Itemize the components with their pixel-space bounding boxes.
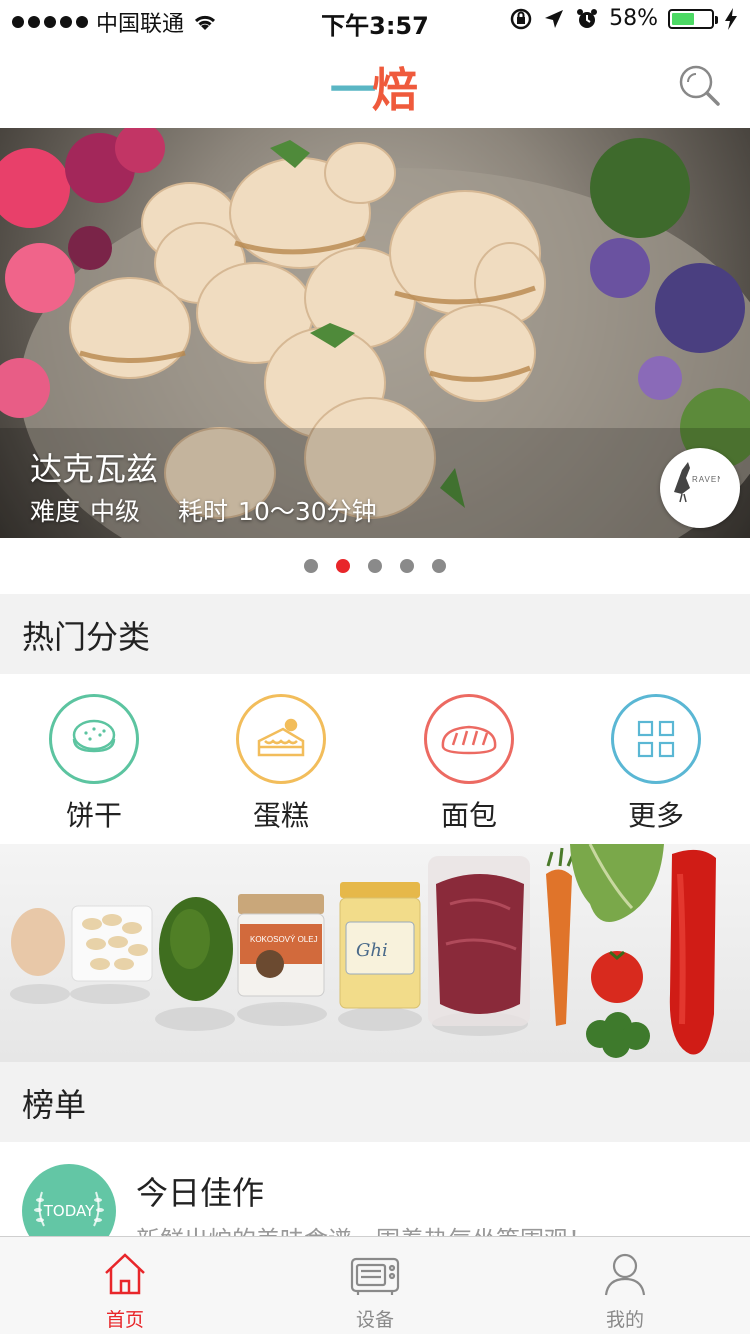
user-icon [604, 1253, 646, 1296]
pager-dot[interactable] [336, 559, 350, 573]
oven-icon [350, 1257, 400, 1295]
category-label: 饼干 [65, 799, 122, 832]
category-row: 饼干 蛋糕 面包 更多 [0, 674, 750, 844]
category-cookie[interactable]: 饼干 [39, 694, 149, 834]
list-item-title: 今日佳作 [136, 1174, 265, 1212]
list-item-subtitle: 新鲜出炉的美味食谱，围着热气坐等围观！ [136, 1220, 592, 1236]
pager-dot[interactable] [304, 559, 318, 573]
category-label: 面包 [440, 799, 497, 832]
tab-home[interactable]: 首页 [50, 1251, 200, 1332]
author-badge-text: RAVEN [692, 475, 720, 484]
alarm-icon [577, 8, 598, 28]
tab-bar: 首页 设备 我的 [0, 1236, 750, 1334]
difficulty-value: 中级 [90, 497, 141, 526]
location-arrow-icon [545, 9, 564, 28]
app-logo: 一焙 [330, 63, 418, 117]
ingredients-photo: KOKOSOVÝ OLEJ Ghi [10, 844, 716, 1058]
ranking-list-item[interactable]: TODAY 今日佳作 新鲜出炉的美味食谱，围着热气坐等围观！ [0, 1144, 750, 1236]
category-cake[interactable]: 蛋糕 [226, 694, 336, 834]
battery-fill [672, 12, 695, 25]
banner-title: 达克瓦兹 [30, 450, 159, 488]
time-label: 耗时 [178, 497, 229, 526]
cake-icon [236, 694, 326, 784]
pager-dot[interactable] [368, 559, 382, 573]
battery-icon [668, 8, 718, 29]
cookie-icon [49, 694, 139, 784]
grid-icon [611, 694, 701, 784]
difficulty-label: 难度 [30, 497, 81, 526]
tab-label: 我的 [605, 1309, 644, 1331]
today-badge-text: TODAY [43, 1202, 95, 1220]
categories-section-header: 热门分类 [0, 594, 750, 674]
charging-bolt-icon [725, 7, 737, 30]
category-more[interactable]: 更多 [601, 694, 711, 834]
category-bread[interactable]: 面包 [414, 694, 524, 834]
tab-devices[interactable]: 设备 [300, 1251, 450, 1332]
today-badge-icon: TODAY [22, 1164, 116, 1236]
author-badge[interactable]: RAVEN [660, 448, 740, 528]
raven-bird-icon: RAVEN [674, 462, 720, 503]
banner-pager[interactable] [0, 538, 750, 594]
promo-banner-image[interactable]: KOKOSOVÝ OLEJ Ghi [0, 844, 750, 1062]
status-bar: 中国联通 下午3:57 58% [0, 0, 750, 40]
bread-icon [424, 694, 514, 784]
jar1-label: KOKOSOVÝ OLEJ [250, 935, 318, 944]
orientation-lock-icon [510, 8, 532, 29]
featured-banner[interactable]: 达克瓦兹 难度 中级 耗时 10～30分钟 RAVEN [0, 128, 750, 538]
tab-mine[interactable]: 我的 [550, 1251, 700, 1332]
status-right: 58% [509, 6, 738, 31]
search-icon[interactable] [676, 62, 722, 108]
ranking-section-header: 榜单 [0, 1062, 750, 1142]
jar2-label: Ghi [356, 940, 388, 961]
category-label: 更多 [627, 799, 684, 832]
banner-meta: 难度 中级 耗时 10～30分钟 [30, 492, 377, 528]
pager-dot[interactable] [400, 559, 414, 573]
time-value: 10～30分钟 [238, 497, 377, 526]
tab-label: 设备 [355, 1309, 394, 1331]
tab-label: 首页 [105, 1309, 144, 1331]
home-icon [105, 1253, 145, 1295]
app-header: 一焙 [0, 40, 750, 128]
section-title: 热门分类 [22, 618, 151, 656]
battery-percent: 58% [609, 6, 658, 31]
pager-dot[interactable] [432, 559, 446, 573]
section-title: 榜单 [22, 1086, 87, 1124]
category-label: 蛋糕 [252, 799, 309, 832]
